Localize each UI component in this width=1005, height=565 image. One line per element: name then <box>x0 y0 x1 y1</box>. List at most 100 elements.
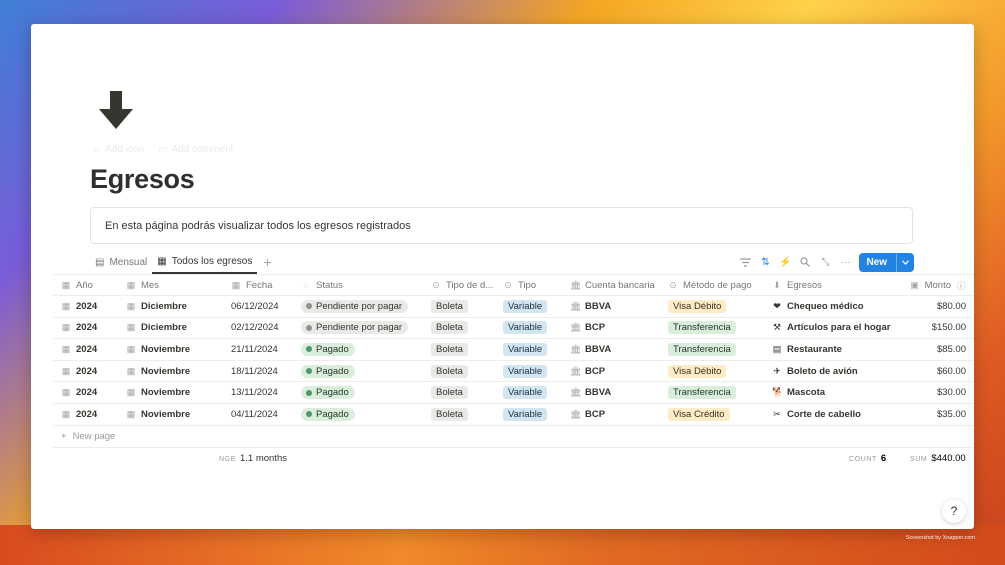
cell-year[interactable]: ▦ 2024 <box>53 344 118 355</box>
filter-icon[interactable] <box>739 256 751 268</box>
cell-payment-method[interactable]: Visa Débito <box>660 364 764 378</box>
tab-mensual[interactable]: ▤ Mensual <box>90 250 152 274</box>
cell-year[interactable]: ▦ 2024 <box>53 301 118 312</box>
page-title[interactable]: Egresos <box>90 164 195 195</box>
cell-bank[interactable]: 🏛 BBVA <box>562 387 660 398</box>
cell-doc-type[interactable]: Boleta <box>423 407 495 421</box>
column-header-tipo[interactable]: ⊙ Tipo <box>495 280 562 291</box>
cell-type[interactable]: Variable <box>495 407 562 421</box>
table-row[interactable]: ▦ 2024 ▦ Noviembre 18/11/2024 Pagado Boleta Var… <box>53 361 974 383</box>
cell-amount[interactable]: $85.00 <box>894 344 974 355</box>
cell-payment-method[interactable]: Transferencia <box>660 342 764 356</box>
cell-type[interactable]: Variable <box>495 342 562 356</box>
chevron-down-icon[interactable] <box>896 252 914 272</box>
column-header-monto[interactable]: ▣ Monto ⓘ <box>894 279 974 292</box>
new-button[interactable]: New <box>859 252 914 272</box>
help-button[interactable]: ? <box>942 499 966 523</box>
cell-payment-method[interactable]: Transferencia <box>660 321 764 335</box>
cell-expense[interactable]: 🐕 Mascota <box>764 387 894 398</box>
cell-type[interactable]: Variable <box>495 299 562 313</box>
cell-expense[interactable]: ✂ Corte de cabello <box>764 409 894 420</box>
column-header-mes[interactable]: ▦ Mes <box>118 280 223 291</box>
cell-amount[interactable]: $150.00 <box>894 322 974 333</box>
cell-amount[interactable]: $60.00 <box>894 366 974 377</box>
column-header-egresos[interactable]: ⬇ Egresos <box>764 280 894 291</box>
cell-amount[interactable]: $30.00 <box>894 387 974 398</box>
info-icon[interactable]: ⓘ <box>956 279 966 292</box>
column-header-status[interactable]: ◌ Status <box>293 280 423 291</box>
cell-expense[interactable]: ⚒ Artículos para el hogar <box>764 322 894 333</box>
cell-type[interactable]: Variable <box>495 386 562 400</box>
cell-year[interactable]: ▦ 2024 <box>53 387 118 398</box>
cell-year[interactable]: ▦ 2024 <box>53 322 118 333</box>
cell-year[interactable]: ▦ 2024 <box>53 366 118 377</box>
column-header-tipo-doc[interactable]: ⊙ Tipo de d... <box>423 280 495 291</box>
cell-doc-type[interactable]: Boleta <box>423 321 495 335</box>
column-header-cuenta[interactable]: 🏛 Cuenta bancaria <box>562 280 660 291</box>
cell-month[interactable]: ▦ Diciembre <box>118 322 223 333</box>
more-icon[interactable]: ··· <box>839 256 851 268</box>
sum-calculation[interactable]: SUM $440.00 <box>910 453 966 464</box>
cell-date[interactable]: 18/11/2024 <box>223 366 293 377</box>
range-calculation[interactable]: NGE 1.1 months <box>219 453 287 464</box>
cell-month[interactable]: ▦ Noviembre <box>118 344 223 355</box>
new-page-button[interactable]: + New page <box>53 426 974 448</box>
cell-status[interactable]: Pagado <box>293 364 423 378</box>
cell-doc-type[interactable]: Boleta <box>423 386 495 400</box>
cell-bank[interactable]: 🏛 BCP <box>562 409 660 420</box>
cell-month[interactable]: ▦ Noviembre <box>118 366 223 377</box>
cell-expense[interactable]: ▤ Restaurante <box>764 344 894 355</box>
cell-date[interactable]: 06/12/2024 <box>223 301 293 312</box>
cell-date[interactable]: 13/11/2024 <box>223 387 293 398</box>
cell-date[interactable]: 04/11/2024 <box>223 409 293 420</box>
cell-status[interactable]: Pendiente por pagar <box>293 321 423 335</box>
cell-month[interactable]: ▦ Noviembre <box>118 387 223 398</box>
cell-bank[interactable]: 🏛 BCP <box>562 322 660 333</box>
cell-month[interactable]: ▦ Diciembre <box>118 301 223 312</box>
cell-payment-method[interactable]: Visa Crédito <box>660 407 764 421</box>
cell-status[interactable]: Pendiente por pagar <box>293 299 423 313</box>
count-calculation[interactable]: COUNT 6 <box>849 453 886 464</box>
table-row[interactable]: ▦ 2024 ▦ Noviembre 21/11/2024 Pagado Boleta Var… <box>53 339 974 361</box>
cell-month[interactable]: ▦ Noviembre <box>118 409 223 420</box>
cell-status[interactable]: Pagado <box>293 386 423 400</box>
cell-amount[interactable]: $80.00 <box>894 301 974 312</box>
arrow-down-icon[interactable] <box>97 90 135 130</box>
sort-icon[interactable]: ⇅ <box>759 256 771 268</box>
cell-payment-method[interactable]: Visa Débito <box>660 299 764 313</box>
status-dot <box>306 411 312 418</box>
table-row[interactable]: ▦ 2024 ▦ Noviembre 13/11/2024 Pagado Boleta Var… <box>53 382 974 404</box>
column-header-ano[interactable]: ▦ Año <box>53 280 118 291</box>
cell-bank[interactable]: 🏛 BCP <box>562 366 660 377</box>
cell-doc-type[interactable]: Boleta <box>423 364 495 378</box>
cell-expense[interactable]: ❤ Chequeo médico <box>764 301 894 312</box>
callout-description[interactable]: En esta página podrás visualizar todos l… <box>90 207 913 244</box>
cell-type[interactable]: Variable <box>495 364 562 378</box>
cell-amount[interactable]: $35.00 <box>894 409 974 420</box>
cell-year[interactable]: ▦ 2024 <box>53 409 118 420</box>
automation-icon[interactable]: ⚡ <box>779 256 791 268</box>
cell-type[interactable]: Variable <box>495 321 562 335</box>
add-view-button[interactable]: + <box>257 254 277 270</box>
cell-payment-method[interactable]: Transferencia <box>660 386 764 400</box>
cell-doc-type[interactable]: Boleta <box>423 342 495 356</box>
cell-status[interactable]: Pagado <box>293 407 423 421</box>
cell-doc-type[interactable]: Boleta <box>423 299 495 313</box>
table-row[interactable]: ▦ 2024 ▦ Diciembre 06/12/2024 Pendiente por p… <box>53 296 974 318</box>
column-header-metodo[interactable]: ⊙ Método de pago <box>660 280 764 291</box>
cell-date[interactable]: 21/11/2024 <box>223 344 293 355</box>
expand-icon[interactable]: ⤡ <box>819 256 831 268</box>
table-row[interactable]: ▦ 2024 ▦ Noviembre 04/11/2024 Pagado Boleta Var… <box>53 404 974 426</box>
table-row[interactable]: ▦ 2024 ▦ Diciembre 02/12/2024 Pendiente por p… <box>53 318 974 340</box>
cell-expense[interactable]: ✈ Boleto de avión <box>764 366 894 377</box>
cell-date[interactable]: 02/12/2024 <box>223 322 293 333</box>
column-header-fecha[interactable]: ▦ Fecha <box>223 280 293 291</box>
cell-bank[interactable]: 🏛 BBVA <box>562 301 660 312</box>
cell-bank[interactable]: 🏛 BBVA <box>562 344 660 355</box>
add-icon-button[interactable]: ☺ Add icon <box>91 144 144 155</box>
cell-status[interactable]: Pagado <box>293 342 423 356</box>
add-comment-button[interactable]: ▭ Add comment <box>158 144 233 155</box>
comment-icon: ▭ <box>158 144 168 155</box>
search-icon[interactable] <box>799 256 811 268</box>
tab-todos-los-egresos[interactable]: ▦ Todos los egresos <box>152 250 258 274</box>
